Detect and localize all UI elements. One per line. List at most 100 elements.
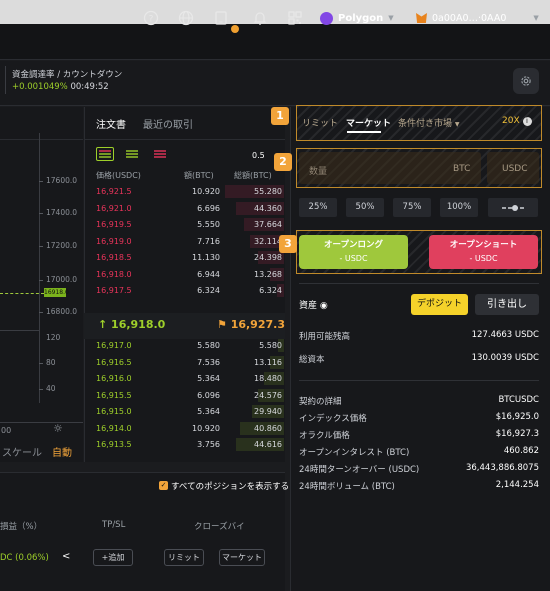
book-view-both-icon[interactable]: [96, 147, 114, 161]
unit-btc[interactable]: BTC: [453, 164, 470, 174]
close-market-button[interactable]: マーケット: [219, 549, 265, 566]
row-price: 16,915.5: [96, 390, 132, 400]
pnl-value: DC (0.06%): [0, 553, 49, 563]
funding-rate-label: 資金調達率 / カウントダウン: [12, 70, 123, 80]
ask-row[interactable]: 16,917.5 6.324 6.324: [96, 284, 284, 299]
contract-label: 契約の詳細: [299, 397, 342, 407]
deposit-button[interactable]: デポジット: [411, 294, 468, 315]
row-total: 18.480: [254, 374, 282, 383]
withdraw-button[interactable]: 引き出し: [475, 294, 539, 315]
ask-row[interactable]: 16,921.0 6.696 44.360: [96, 201, 284, 217]
settings-button[interactable]: [513, 68, 539, 94]
contract-label: オラクル価格: [299, 431, 350, 441]
auto-scale-toggle[interactable]: 自動: [52, 444, 72, 459]
percent-75-button[interactable]: 75%: [393, 198, 431, 217]
info-icon: i: [522, 117, 532, 126]
svg-text:?: ?: [149, 15, 154, 25]
mobile-icon[interactable]: [213, 10, 229, 26]
tab-limit[interactable]: リミット: [302, 116, 338, 129]
volume-divider: [0, 330, 40, 331]
row-amount: 6.696: [197, 203, 220, 213]
funding-rate-value: +0.001049% 00:49:52: [12, 82, 109, 92]
total-equity-row: 総資本 130.0039 USDC: [299, 353, 539, 367]
scale-toggle[interactable]: スケール: [2, 444, 42, 459]
row-amount: 3.756: [197, 440, 220, 449]
assets-title: 資産 ◉: [299, 298, 328, 311]
available-balance-value: 127.4663 USDC: [471, 330, 539, 340]
bid-row[interactable]: 16,915.5 6.096 24.576: [96, 388, 284, 404]
tab-market[interactable]: マーケット: [346, 116, 391, 129]
percent-100-button[interactable]: 100%: [440, 198, 478, 217]
row-price: 16,914.0: [96, 423, 132, 433]
show-all-checkbox[interactable]: ✓: [159, 481, 168, 490]
axis-tick: [39, 213, 43, 214]
leverage-selector[interactable]: 20X i: [502, 116, 532, 126]
col-amount: 額(BTC): [184, 171, 214, 180]
eye-icon[interactable]: ◉: [320, 301, 328, 311]
tab-conditional[interactable]: 条件付き市場 ▼: [398, 116, 460, 129]
percent-25-button[interactable]: 25%: [299, 198, 337, 217]
contract-value: 36,443,886.8075: [465, 463, 539, 473]
price-step-selector[interactable]: 0.5: [252, 151, 265, 160]
bid-row[interactable]: 16,914.0 10.920 40.860: [96, 421, 284, 437]
percent-50-button[interactable]: 50%: [346, 198, 384, 217]
row-amount: 7.536: [197, 357, 220, 367]
book-view-bids-icon[interactable]: [125, 149, 139, 162]
open-short-label: オープンショート: [449, 240, 518, 250]
step-badge-2: 2: [274, 153, 292, 171]
row-price: 16,921.5: [96, 187, 132, 196]
bid-row[interactable]: 16,913.5 3.756 44.616: [96, 438, 284, 453]
wallet-selector[interactable]: 0a00A0…·0AA0 ▼: [416, 9, 539, 27]
open-long-button[interactable]: オープンロング - USDC: [299, 235, 408, 269]
book-view-asks-icon[interactable]: [153, 149, 167, 162]
row-total: 24.576: [254, 390, 282, 400]
bid-row[interactable]: 16,917.0 5.580 5.580: [96, 339, 284, 354]
contract-value: 2,144.254: [495, 480, 539, 490]
bid-row[interactable]: 16,916.0 5.364 18.480: [96, 372, 284, 387]
close-limit-button[interactable]: リミット: [164, 549, 204, 566]
axis-label: 80: [46, 358, 56, 367]
price-chart[interactable]: [0, 107, 83, 462]
countdown: 00:49:52: [70, 82, 109, 92]
tab-conditional-label: 条件付き市場: [398, 119, 453, 129]
ask-row[interactable]: 16,918.0 6.944 13.268: [96, 267, 284, 283]
slider-toggle-button[interactable]: [488, 198, 538, 217]
total-equity-label: 総資本: [299, 355, 325, 365]
show-all-label: すべてのポジションを表示する: [171, 482, 290, 492]
contract-value: 460.862: [503, 446, 539, 456]
tab-recent-trades[interactable]: 最近の取引: [143, 116, 193, 131]
open-short-button[interactable]: オープンショート - USDC: [429, 235, 538, 269]
ask-row[interactable]: 16,918.5 11.130 24.398: [96, 251, 284, 266]
polygon-icon: [320, 11, 333, 25]
col-total: 総額(BTC): [234, 171, 272, 180]
settings-icon[interactable]: ☼: [53, 422, 63, 435]
row-price: 16,918.0: [96, 269, 132, 279]
globe-icon[interactable]: [178, 10, 194, 26]
network-selector[interactable]: Polygon ▼: [320, 9, 394, 27]
row-amount: 6.944: [197, 269, 220, 279]
ask-row[interactable]: 16,919.0 7.716 32.114: [96, 234, 284, 250]
col-close-by: クローズバイ: [194, 522, 245, 532]
step-badge-1: 1: [271, 107, 289, 125]
row-total: 32.114: [254, 236, 282, 246]
bid-row[interactable]: 16,915.0 5.364 29.940: [96, 405, 284, 420]
row-price: 16,917.0: [96, 341, 132, 350]
ask-row[interactable]: 16,921.5 10.920 55.280: [96, 185, 284, 200]
row-amount: 5.550: [197, 220, 220, 229]
bell-icon[interactable]: [252, 10, 268, 26]
ask-row[interactable]: 16,919.5 5.550 37.664: [96, 218, 284, 233]
tab-order-book[interactable]: 注文書: [96, 116, 126, 131]
chevron-down-icon: ▼: [388, 14, 394, 22]
add-tpsl-button[interactable]: +追加: [93, 549, 133, 566]
row-amount: 5.580: [197, 341, 220, 350]
qr-icon[interactable]: [287, 10, 303, 26]
axis-tick: [39, 181, 43, 182]
contract-label: インデックス価格: [299, 414, 367, 424]
axis-tick: [39, 312, 43, 313]
divider: [299, 283, 539, 284]
help-icon[interactable]: ?: [143, 10, 159, 26]
row-amount: 10.920: [192, 187, 220, 196]
col-pnl: 損益（%）: [0, 522, 43, 532]
share-icon[interactable]: <: [62, 551, 70, 562]
bid-row[interactable]: 16,916.5 7.536 13.116: [96, 355, 284, 371]
